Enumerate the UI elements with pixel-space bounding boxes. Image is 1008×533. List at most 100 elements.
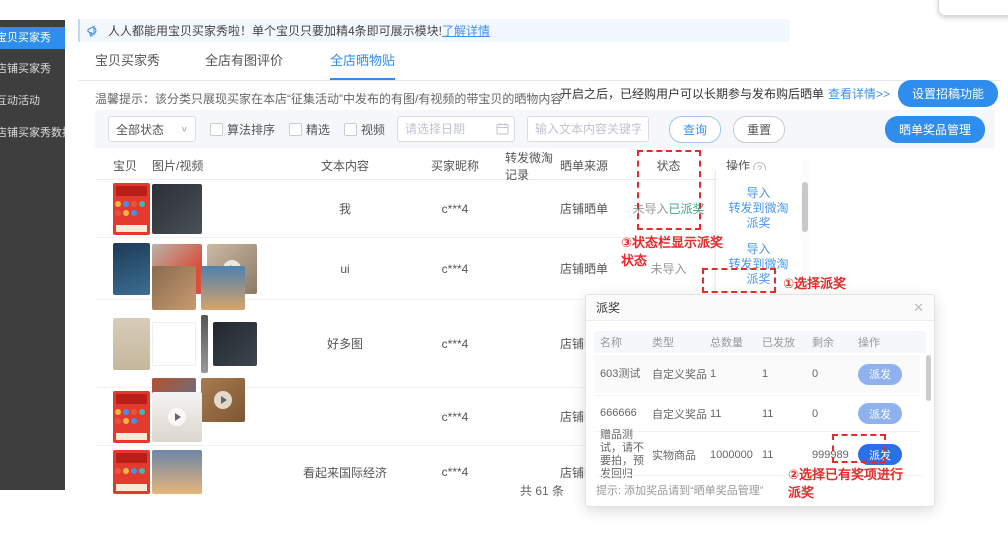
dispatch-button[interactable]: 派发 bbox=[858, 364, 902, 385]
prize-manage-button[interactable]: 晒单奖品管理 bbox=[885, 116, 985, 143]
modal-header: 派奖 ✕ bbox=[586, 295, 934, 321]
annotation-box-status-column bbox=[637, 150, 701, 230]
close-icon[interactable]: ✕ bbox=[913, 300, 924, 316]
header-text: 文本内容 bbox=[285, 157, 405, 174]
keyword-input[interactable] bbox=[527, 116, 649, 142]
tab-shop-photo-reviews[interactable]: 全店有图评价 bbox=[205, 50, 283, 80]
prize-total: 1000000 bbox=[710, 449, 762, 461]
modal-table-header: 名称 类型 总数量 已发放 剩余 操作 bbox=[594, 331, 926, 353]
checkbox-label: 精选 bbox=[306, 121, 330, 138]
prize-issued: 1 bbox=[762, 368, 812, 380]
dispatch-prize-link[interactable]: 派奖 bbox=[716, 216, 801, 231]
annotation-step1: ①选择派奖 bbox=[783, 275, 846, 293]
video-thumbnail[interactable] bbox=[152, 392, 202, 442]
prize-issued: 11 bbox=[762, 449, 812, 461]
table-row: 我 c***4 店铺晒单 未导入已派奖 bbox=[95, 180, 808, 238]
announcement-link[interactable]: 了解详情 bbox=[442, 22, 490, 39]
notice-right-text: 开启之后，已经购用户可以长期参与发布购后晒单 bbox=[560, 85, 824, 102]
tab-shop-sharing-posts[interactable]: 全店晒物贴 bbox=[330, 50, 395, 80]
setup-solicit-button[interactable]: 设置招稿功能 bbox=[898, 80, 998, 107]
prize-total: 11 bbox=[710, 408, 762, 420]
tab-bar: 宝贝买家秀 全店有图评价 全店晒物贴 bbox=[78, 50, 1000, 81]
status-select[interactable]: 全部状态 ∨ bbox=[108, 116, 196, 142]
post-source: 店铺晒单 bbox=[560, 200, 625, 217]
import-link[interactable]: 导入 bbox=[716, 186, 801, 201]
prize-remaining: 0 bbox=[812, 368, 858, 380]
reset-button[interactable]: 重置 bbox=[733, 116, 785, 143]
import-link[interactable]: 导入 bbox=[716, 242, 801, 257]
sidebar-item-product-buyer-show[interactable]: 宝贝买家秀 bbox=[0, 27, 65, 49]
media-thumbnail[interactable] bbox=[152, 450, 202, 494]
prize-row: 666666 自定义奖品 11 11 0 派发 bbox=[594, 395, 920, 431]
megaphone-icon bbox=[87, 25, 101, 37]
search-button[interactable]: 查询 bbox=[669, 116, 721, 143]
tab-product-buyer-show[interactable]: 宝贝买家秀 bbox=[95, 50, 160, 80]
checkbox-video[interactable]: 视频 bbox=[344, 121, 385, 138]
header-forward-record: 转发微淘记录 bbox=[505, 149, 560, 183]
prize-name: 603测试 bbox=[594, 368, 652, 381]
annotation-step2-line1: ②选择已有奖项进行 bbox=[788, 467, 903, 482]
header-product: 宝贝 bbox=[95, 157, 152, 174]
sidebar-item-shop-buyer-show[interactable]: 店铺买家秀 bbox=[0, 57, 65, 81]
calendar-icon bbox=[496, 122, 509, 135]
prize-type: 自定义奖品 bbox=[652, 406, 710, 422]
modal-scrollbar-thumb[interactable] bbox=[926, 355, 931, 401]
scrollbar-thumb[interactable] bbox=[802, 182, 808, 232]
media-thumbnail[interactable] bbox=[201, 266, 245, 310]
prize-type: 自定义奖品 bbox=[652, 366, 710, 382]
view-details-link[interactable]: 查看详情>> bbox=[828, 85, 890, 102]
window-corner-overlay bbox=[938, 0, 1008, 16]
product-thumbnail[interactable] bbox=[113, 391, 150, 443]
announcement-bar: 人人都能用宝贝买家秀啦！单个宝贝只要加精4条即可展示模块! 了解详情 bbox=[78, 19, 790, 42]
media-thumbnail[interactable] bbox=[201, 315, 208, 373]
media-thumbnail[interactable] bbox=[152, 322, 196, 366]
dispatch-button[interactable]: 派发 bbox=[858, 403, 902, 424]
annotation-step2-line2: 派奖 bbox=[788, 485, 814, 500]
annotation-step2: ②选择已有奖项进行派奖 bbox=[788, 466, 998, 502]
prize-row: 603测试 自定义奖品 1 1 0 派发 bbox=[594, 355, 920, 393]
modal-header-name: 名称 bbox=[594, 334, 652, 350]
sidebar: 宝贝买家秀 店铺买家秀 互动活动 店铺买家秀数据 bbox=[0, 20, 65, 490]
prize-type: 实物商品 bbox=[652, 447, 710, 463]
modal-header-total: 总数量 bbox=[710, 334, 762, 350]
post-text: 好多图 bbox=[285, 335, 405, 352]
modal-header-issued: 已发放 bbox=[762, 334, 812, 350]
post-text: 看起来国际经济 bbox=[285, 464, 405, 481]
video-thumbnail[interactable] bbox=[201, 378, 245, 422]
header-media: 图片/视频 bbox=[152, 157, 285, 174]
pagination-total: 共 61 条 bbox=[520, 482, 564, 499]
checkbox-label: 视频 bbox=[361, 121, 385, 138]
media-thumbnail[interactable] bbox=[152, 266, 196, 310]
table-header-row: 宝贝 图片/视频 文本内容 买家昵称 转发微淘记录 晒单来源 状态 操作? bbox=[95, 152, 808, 180]
status-select-value: 全部状态 bbox=[116, 121, 164, 138]
product-thumbnail[interactable] bbox=[113, 450, 150, 494]
media-thumbnail[interactable] bbox=[152, 184, 202, 234]
buyer-nickname: c***4 bbox=[405, 337, 505, 351]
checkbox-algorithm-sort[interactable]: 算法排序 bbox=[210, 121, 275, 138]
chevron-down-icon: ∨ bbox=[181, 125, 188, 134]
buyer-nickname: c***4 bbox=[405, 465, 505, 479]
modal-title: 派奖 bbox=[596, 299, 620, 316]
product-thumbnail[interactable] bbox=[113, 318, 150, 370]
prize-total: 1 bbox=[710, 368, 762, 380]
header-nickname: 买家昵称 bbox=[405, 157, 505, 174]
modal-header-type: 类型 bbox=[652, 334, 710, 350]
annotation-box-dispatch-link bbox=[702, 268, 776, 293]
product-thumbnail[interactable] bbox=[113, 183, 150, 235]
forward-weitao-link[interactable]: 转发到微淘 bbox=[716, 201, 801, 216]
prize-name: 666666 bbox=[594, 407, 652, 420]
checkbox-featured[interactable]: 精选 bbox=[289, 121, 330, 138]
sidebar-item-interactive-activity[interactable]: 互动活动 bbox=[0, 89, 65, 113]
checkbox-icon bbox=[210, 123, 223, 136]
checkbox-label: 算法排序 bbox=[227, 121, 275, 138]
product-thumbnail[interactable] bbox=[113, 243, 150, 295]
media-thumbnail[interactable] bbox=[213, 322, 257, 366]
play-icon bbox=[214, 391, 232, 409]
modal-header-action: 操作 bbox=[858, 334, 912, 350]
play-icon bbox=[168, 408, 186, 426]
sidebar-item-buyer-show-data[interactable]: 店铺买家秀数据 bbox=[0, 121, 65, 145]
post-source: 店铺晒单 bbox=[560, 260, 625, 277]
row-actions: 导入 转发到微淘 派奖 bbox=[716, 186, 801, 231]
buyer-nickname: c***4 bbox=[405, 410, 505, 424]
checkbox-icon bbox=[344, 123, 357, 136]
